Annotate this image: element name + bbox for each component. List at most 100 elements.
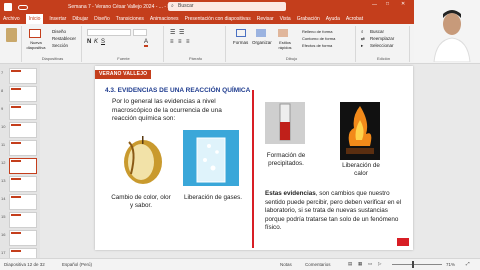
tab-archivo[interactable]: Archivo: [3, 16, 20, 22]
new-slide-button[interactable]: Nueva diapositiva: [25, 40, 47, 50]
slide-thumbnail[interactable]: [9, 158, 37, 174]
zoom-slider[interactable]: [392, 264, 442, 265]
language-indicator[interactable]: Español (Perú): [62, 262, 92, 267]
apple-image[interactable]: [123, 130, 163, 186]
autosave-toggle[interactable]: [18, 4, 28, 10]
thumbnail-number: 17: [1, 250, 6, 255]
caption-heat: Liberación de calor: [342, 162, 380, 177]
normal-view-icon[interactable]: ▤: [348, 261, 352, 267]
tab-acrobat[interactable]: Acrobat: [346, 16, 363, 22]
select-button[interactable]: Seleccionar: [370, 43, 394, 48]
find-icon: ⌕: [361, 29, 364, 34]
quick-styles-icon[interactable]: [278, 29, 288, 37]
drawing-group: Formas Organizar Estilos rápidos Relleno…: [228, 26, 356, 62]
app-icon: [4, 3, 12, 11]
editing-group-label: Edición: [376, 56, 391, 61]
reset-button[interactable]: Restablecer: [52, 36, 76, 41]
layout-button[interactable]: Diseño: [52, 29, 66, 34]
replace-icon: ⇄: [361, 36, 365, 41]
comments-button[interactable]: Comentarios: [305, 262, 331, 267]
align-right-icon[interactable]: ≡: [186, 39, 190, 45]
presenter-avatar: [414, 0, 480, 63]
font-group: N K S A Fuente: [84, 26, 164, 62]
new-slide-icon[interactable]: [29, 29, 41, 38]
thumbnail-number: 11: [1, 142, 6, 147]
section-button[interactable]: Sección: [52, 43, 68, 48]
thumbnail-number: 15: [1, 214, 6, 219]
thumbnail-number: 10: [1, 124, 6, 129]
fire-image[interactable]: [340, 102, 380, 160]
shape-outline-button[interactable]: Contorno de forma: [302, 36, 335, 41]
slide-thumbnail[interactable]: [9, 140, 37, 156]
shapes-button[interactable]: Formas: [233, 40, 248, 45]
slide-intro[interactable]: Por lo general las evidencias a nivel ma…: [112, 98, 247, 124]
slide-thumbnail[interactable]: [9, 194, 37, 210]
slide-thumbnail[interactable]: [9, 122, 37, 138]
tab-grabacion[interactable]: Grabación: [297, 16, 320, 22]
precipitate-image[interactable]: [265, 102, 305, 144]
search-box[interactable]: ⌕ Buscar: [168, 2, 286, 11]
tab-ayuda[interactable]: Ayuda: [326, 16, 340, 22]
zoom-level[interactable]: 71%: [446, 262, 455, 267]
close-icon[interactable]: ✕: [401, 1, 405, 7]
shape-fill-button[interactable]: Relleno de forma: [302, 29, 332, 34]
find-button[interactable]: Buscar: [370, 29, 384, 34]
arrange-button[interactable]: Organizar: [252, 40, 272, 45]
slide-heading[interactable]: 4.3. EVIDENCIAS DE UNA REACCIÓN QUÍMICA: [105, 87, 250, 94]
editing-group: ⌕ Buscar ⇄ Reemplazar ▸ Seleccionar Edic…: [358, 26, 410, 62]
tab-dibujar[interactable]: Dibujar: [72, 16, 88, 22]
zoom-thumb[interactable]: [412, 261, 414, 268]
paragraph-group-label: Párrafo: [188, 56, 203, 61]
align-center-icon[interactable]: ≡: [178, 39, 182, 45]
shapes-icon[interactable]: [236, 29, 246, 37]
caption-precipitate: Formación de precipitados.: [266, 152, 306, 167]
tab-insertar[interactable]: Insertar: [49, 16, 66, 22]
arrange-icon[interactable]: [256, 29, 266, 37]
numbering-icon[interactable]: ☰: [179, 29, 184, 36]
tab-animaciones[interactable]: Animaciones: [150, 16, 179, 22]
font-size-dropdown[interactable]: [133, 29, 147, 36]
slide-thumbnail[interactable]: [9, 230, 37, 246]
slides-group: Nueva diapositiva Diseño Restablecer Sec…: [24, 26, 82, 62]
slide-thumbnail[interactable]: [9, 104, 37, 120]
minimize-icon[interactable]: —: [372, 2, 377, 8]
underline-button[interactable]: S: [101, 39, 105, 45]
quick-styles-button[interactable]: Estilos rápidos: [274, 40, 296, 50]
paste-icon[interactable]: [6, 28, 17, 42]
divider-line: [252, 90, 254, 248]
thumbnail-number: 16: [1, 232, 6, 237]
title-bar: Semana 7 - Verano César Vallejo 2024 - .…: [0, 0, 480, 14]
slide-thumbnail[interactable]: [9, 68, 37, 84]
shape-effects-button[interactable]: Efectos de forma: [302, 43, 332, 48]
reading-view-icon[interactable]: ▭: [368, 261, 372, 267]
caption-apple: Cambio de color, olor y sabor.: [111, 194, 171, 209]
align-left-icon[interactable]: ≡: [170, 39, 174, 45]
tab-presentacion[interactable]: Presentación con diapositivas: [185, 16, 251, 22]
tab-transiciones[interactable]: Transiciones: [116, 16, 144, 22]
slide-thumbnails-pane: 7 8 9 10 11 12 13 14 15 16 17: [0, 64, 40, 264]
bold-button[interactable]: N: [87, 39, 91, 45]
slideshow-icon[interactable]: ▷: [378, 261, 381, 267]
italic-button[interactable]: K: [94, 39, 98, 45]
tab-diseno[interactable]: Diseño: [94, 16, 110, 22]
select-icon: ▸: [361, 43, 364, 48]
notes-button[interactable]: Notas: [280, 262, 292, 267]
maximize-icon[interactable]: □: [386, 1, 389, 7]
sorter-view-icon[interactable]: ▦: [358, 261, 362, 267]
font-name-dropdown[interactable]: [87, 29, 131, 36]
fit-slide-icon[interactable]: ⤢: [466, 261, 470, 266]
tab-vista[interactable]: Vista: [280, 16, 291, 22]
slide-thumbnail[interactable]: [9, 176, 37, 192]
font-color-icon[interactable]: A: [144, 39, 149, 47]
tab-inicio[interactable]: Inicio: [25, 14, 44, 24]
thumbnail-number: 12: [1, 160, 6, 165]
paragraph-group: ☰ ☰ ≡ ≡ ≡ Párrafo: [166, 26, 226, 62]
replace-button[interactable]: Reemplazar: [370, 36, 394, 41]
gas-glass-image[interactable]: [183, 130, 239, 186]
bullets-icon[interactable]: ☰: [170, 29, 175, 36]
evidence-paragraph[interactable]: Estas evidencias, son cambios que nuestr…: [265, 190, 407, 233]
tab-revisar[interactable]: Revisar: [257, 16, 274, 22]
slide-thumbnail[interactable]: [9, 86, 37, 102]
slide-thumbnail[interactable]: [9, 212, 37, 228]
search-placeholder: Buscar: [178, 3, 194, 9]
